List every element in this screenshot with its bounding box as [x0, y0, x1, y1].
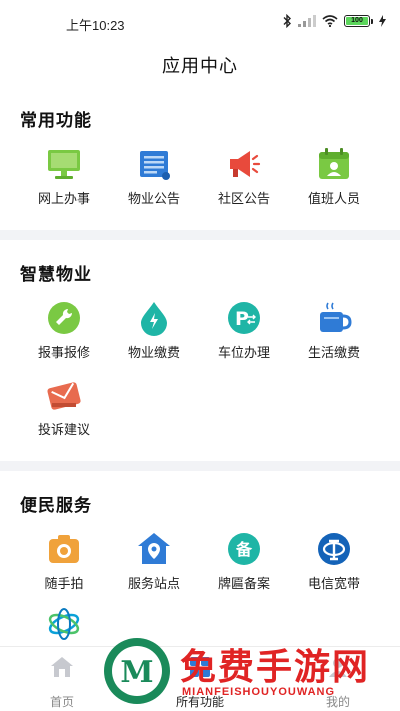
notice-scroll-icon	[140, 151, 170, 180]
page-title: 应用中心	[162, 56, 238, 76]
app-plaque-record[interactable]: 备 牌匾备案	[199, 531, 289, 592]
tab-label: 首页	[49, 695, 74, 709]
record-icon: 备	[228, 533, 260, 565]
water-drop-icon	[141, 302, 167, 336]
camera-icon	[49, 535, 79, 563]
charging-icon	[379, 15, 386, 27]
tab-label: 所有功能	[175, 695, 224, 709]
home-icon	[51, 657, 73, 677]
app-duty-staff[interactable]: 值班人员	[289, 146, 379, 207]
section-title-common: 常用功能	[20, 111, 92, 130]
app-label: 物业缴费	[127, 345, 180, 360]
tab-label: 我的	[325, 695, 350, 709]
app-label: 物业公告	[127, 191, 180, 206]
app-telecom-broadband[interactable]: 电信宽带	[289, 531, 379, 592]
app-service-station[interactable]: 服务站点	[109, 531, 199, 592]
section-title-service: 便民服务	[20, 496, 92, 515]
app-property-fee[interactable]: 物业缴费	[109, 300, 199, 361]
app-label: 随手拍	[44, 576, 84, 591]
app-label: 服务站点	[127, 576, 180, 591]
battery-icon: 100	[344, 15, 373, 27]
duty-calendar-icon	[319, 148, 349, 179]
app-label: 值班人员	[307, 191, 360, 206]
china-telecom-icon	[318, 533, 350, 565]
app-parking[interactable]: P 车位办理	[199, 300, 289, 361]
monitor-icon	[48, 150, 80, 179]
app-label: 电信宽带	[307, 576, 360, 591]
wifi-icon	[322, 15, 338, 27]
app-label: 牌匾备案	[217, 576, 270, 591]
user-icon	[329, 658, 347, 677]
location-house-icon	[138, 533, 170, 564]
bottom-tabbar: 首页 所有功能 我的	[0, 646, 400, 711]
battery-level: 100	[346, 17, 368, 25]
section-title-smart: 智慧物业	[20, 265, 92, 284]
app-community-notice[interactable]: 社区公告	[199, 146, 289, 207]
app-label: 生活缴费	[307, 345, 360, 360]
app-life-payment[interactable]: 生活缴费	[289, 300, 379, 361]
china-mobile-icon	[48, 608, 80, 640]
app-online-service[interactable]: 网上办事	[19, 146, 109, 207]
section-divider	[0, 230, 400, 240]
section-divider	[0, 461, 400, 471]
tab-mine[interactable]: 我的	[288, 655, 388, 710]
app-label: 社区公告	[217, 191, 270, 206]
parking-icon: P	[228, 302, 260, 334]
app-report-repair[interactable]: 报事报修	[19, 300, 109, 361]
status-bar: 上午10:23 100	[0, 0, 400, 44]
app-label: 网上办事	[37, 191, 90, 206]
status-time: 上午10:23	[66, 18, 125, 33]
envelope-icon	[47, 382, 81, 410]
bluetooth-icon	[283, 14, 291, 28]
grid-icon	[190, 657, 210, 677]
app-label: 车位办理	[217, 345, 270, 360]
status-icons: 100	[282, 14, 386, 28]
tab-home[interactable]: 首页	[12, 655, 112, 710]
app-label: 报事报修	[37, 345, 90, 360]
app-property-notice[interactable]: 物业公告	[109, 146, 199, 207]
signal-icon	[298, 15, 316, 27]
megaphone-icon	[230, 151, 261, 177]
cup-icon	[320, 302, 352, 332]
app-snapshot[interactable]: 随手拍	[19, 531, 109, 592]
svg-text:备: 备	[235, 540, 253, 559]
app-china-mobile[interactable]	[19, 606, 109, 648]
svg-text:P: P	[235, 308, 249, 330]
tab-all-functions[interactable]: 所有功能	[150, 655, 250, 710]
wrench-icon	[48, 302, 80, 334]
app-label: 投诉建议	[37, 422, 90, 437]
app-complaint[interactable]: 投诉建议	[19, 377, 109, 438]
